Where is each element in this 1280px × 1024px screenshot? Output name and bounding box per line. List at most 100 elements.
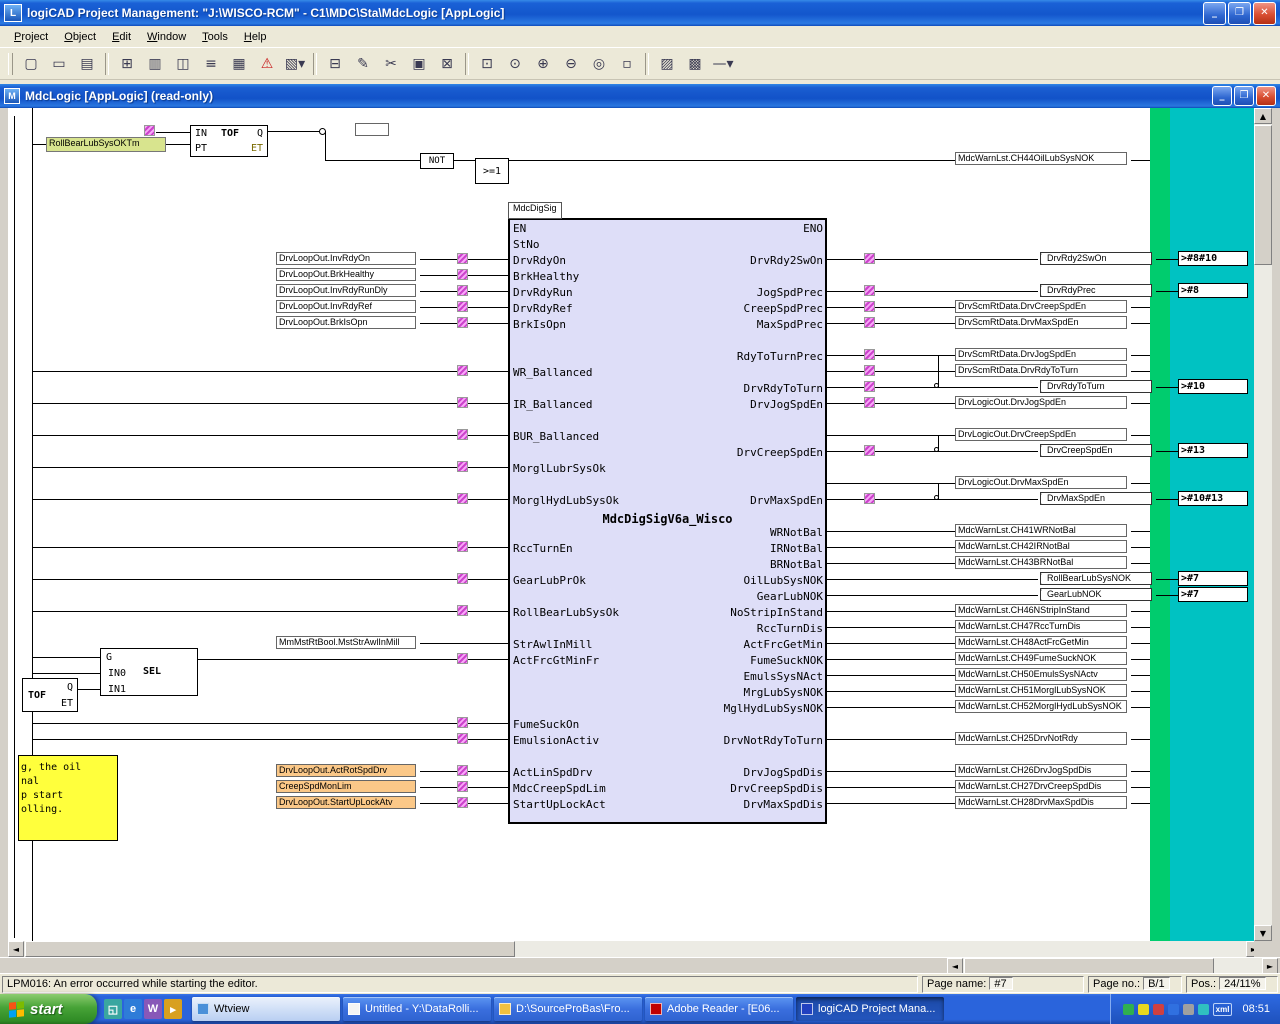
page-reference[interactable]: >#8#10: [1178, 251, 1248, 266]
zoom-region-button[interactable]: ▫: [614, 51, 640, 76]
signal-tag[interactable]: DrvCreepSpdEn: [1040, 444, 1152, 457]
secondary-scroll-thumb[interactable]: [964, 958, 1214, 974]
comment-box[interactable]: g, the oil nal p start olling.: [18, 755, 118, 841]
antivirus-icon[interactable]: [1138, 1004, 1149, 1015]
page-reference[interactable]: >#10: [1178, 379, 1248, 394]
page-reference[interactable]: >#8: [1178, 283, 1248, 298]
page-reference[interactable]: >#7: [1178, 571, 1248, 586]
signal-tag[interactable]: DrvMaxSpdEn: [1040, 492, 1152, 505]
scroll-up-button[interactable]: ▲: [1254, 108, 1272, 124]
input-variable-label[interactable]: DrvLoopOut.InvRdyRunDly: [276, 284, 416, 297]
secondary-scrollbar[interactable]: ◄ ►: [947, 958, 1278, 974]
menu-edit[interactable]: Edit: [104, 29, 139, 45]
input-variable-label[interactable]: DrvLoopOut.BrkHealthy: [276, 268, 416, 281]
diagram-canvas[interactable]: IN PT TOF Q ET RollBearLubSysOKTm NOT >=…: [8, 108, 1262, 941]
internet-icon[interactable]: e: [124, 999, 142, 1019]
grid-view-button[interactable]: ▦: [226, 51, 252, 76]
output-variable-label[interactable]: MdcWarnLst.CH47RccTurnDis: [955, 620, 1127, 633]
horizontal-scroll-thumb[interactable]: [25, 941, 515, 957]
sel-block[interactable]: G IN0 IN1 SEL: [100, 648, 198, 696]
output-variable-label[interactable]: MdcWarnLst.CH26DrvJogSpdDis: [955, 764, 1127, 777]
find-button[interactable]: ⊙: [502, 51, 528, 76]
input-variable-label[interactable]: DrvLoopOut.BrkIsOpn: [276, 316, 416, 329]
vertical-scrollbar[interactable]: ▲ ▼: [1254, 108, 1272, 941]
cut-button[interactable]: ✂: [378, 51, 404, 76]
output-variable-label[interactable]: DrvLogicOut.DrvCreepSpdEn: [955, 428, 1127, 441]
restore-button[interactable]: ❐: [1228, 2, 1251, 25]
not-gate[interactable]: NOT: [420, 153, 454, 169]
signal-tag[interactable]: GearLubNOK: [1040, 588, 1152, 601]
signal-label[interactable]: RollBearLubSysOKTm: [46, 137, 166, 152]
output-variable-label[interactable]: MdcWarnLst.CH49FumeSuckNOK: [955, 652, 1127, 665]
media-icon[interactable]: ▸: [164, 999, 182, 1019]
output-variable-label[interactable]: MdcWarnLst.CH52MorglHydLubSysNOK: [955, 700, 1127, 713]
paste-special-button[interactable]: ⊟: [322, 51, 348, 76]
output-variable-label[interactable]: MdcWarnLst.CH46NStripInStand: [955, 604, 1127, 617]
minimize-button[interactable]: _: [1203, 2, 1226, 25]
output-variable-label[interactable]: DrvLogicOut.DrvJogSpdEn: [955, 396, 1127, 409]
input-variable-label[interactable]: DrvLoopOut.ActRotSpdDrv: [276, 764, 416, 777]
input-variable-label[interactable]: CreepSpdMonLim: [276, 780, 416, 793]
page-reference[interactable]: >#10#13: [1178, 491, 1248, 506]
zoom-fit-button[interactable]: ◎: [586, 51, 612, 76]
signal-tag[interactable]: DrvRdyToTurn: [1040, 380, 1152, 393]
network-icon[interactable]: [1153, 1004, 1164, 1015]
page-reference[interactable]: >#7: [1178, 587, 1248, 602]
output-variable-label[interactable]: MdcWarnLst.CH41WRNotBal: [955, 524, 1127, 537]
start-button[interactable]: start: [0, 994, 97, 1024]
paste-button[interactable]: ⊠: [434, 51, 460, 76]
scheduler-icon[interactable]: [1198, 1004, 1209, 1015]
tof2-block[interactable]: TOF Q ET: [22, 678, 78, 712]
taskbar-button-adobe-reader[interactable]: Adobe Reader - [E06...: [645, 997, 793, 1021]
taskbar-button-logicad[interactable]: logiCAD Project Mana...: [796, 997, 944, 1021]
vertical-scroll-thumb[interactable]: [1254, 125, 1272, 265]
properties-button[interactable]: ⊞: [114, 51, 140, 76]
display-icon[interactable]: [1183, 1004, 1194, 1015]
input-variable-label[interactable]: DrvLoopOut.InvRdyOn: [276, 252, 416, 265]
signal-tag[interactable]: DrvRdyPrec: [1040, 284, 1152, 297]
input-variable-label[interactable]: MmMstRtBool.MstStrAwlInMill: [276, 636, 416, 649]
copy-button[interactable]: ▣: [406, 51, 432, 76]
child-close-button[interactable]: ✕: [1256, 86, 1276, 106]
taskbar-button-wtview[interactable]: Wtview: [192, 997, 340, 1021]
xml-tray-icon[interactable]: xml: [1213, 1003, 1233, 1016]
update-icon[interactable]: [1123, 1004, 1134, 1015]
output-variable-label[interactable]: MdcWarnLst.CH44OilLubSysNOK: [955, 152, 1127, 165]
scroll-left-button[interactable]: ◄: [8, 941, 24, 957]
volume-icon[interactable]: [1168, 1004, 1179, 1015]
open-button[interactable]: ▭: [46, 51, 72, 76]
connect-mode-button[interactable]: —▾: [710, 51, 736, 76]
output-variable-label[interactable]: MdcWarnLst.CH51MorglLubSysNOK: [955, 684, 1127, 697]
constant-box[interactable]: [355, 123, 389, 136]
output-variable-label[interactable]: MdcWarnLst.CH27DrvCreepSpdDis: [955, 780, 1127, 793]
grid-toggle-button[interactable]: ▩: [682, 51, 708, 76]
output-variable-label[interactable]: DrvScmRtData.DrvCreepSpdEn: [955, 300, 1127, 313]
menu-object[interactable]: Object: [56, 29, 104, 45]
two-columns-button[interactable]: ◫: [170, 51, 196, 76]
wtview-icon[interactable]: W: [144, 999, 162, 1019]
signal-tag[interactable]: RollBearLubSysNOK: [1040, 572, 1152, 585]
toolbar-grip[interactable]: [8, 53, 13, 75]
close-button[interactable]: ✕: [1253, 2, 1276, 25]
output-variable-label[interactable]: DrvScmRtData.DrvJogSpdEn: [955, 348, 1127, 361]
taskbar-button-folder[interactable]: D:\SourceProBas\Fro...: [494, 997, 642, 1021]
zoom-out-button[interactable]: ⊖: [558, 51, 584, 76]
input-variable-label[interactable]: DrvLoopOut.InvRdyRef: [276, 300, 416, 313]
alarm-button[interactable]: ⚠: [254, 51, 280, 76]
scroll-down-button[interactable]: ▼: [1254, 925, 1272, 941]
output-variable-label[interactable]: DrvScmRtData.DrvRdyToTurn: [955, 364, 1127, 377]
show-desktop-icon[interactable]: ◱: [104, 999, 122, 1019]
horizontal-scrollbar[interactable]: ◄ ►: [8, 941, 1262, 957]
menu-window[interactable]: Window: [139, 29, 194, 45]
insert-button[interactable]: ⊡: [474, 51, 500, 76]
taskbar-button-notepad[interactable]: Untitled - Y:\DataRolli...: [343, 997, 491, 1021]
output-variable-label[interactable]: MdcWarnLst.CH28DrvMaxSpdDis: [955, 796, 1127, 809]
child-minimize-button[interactable]: _: [1212, 86, 1232, 106]
menu-tools[interactable]: Tools: [194, 29, 236, 45]
new-button[interactable]: ▢: [18, 51, 44, 76]
scroll-left-button[interactable]: ◄: [947, 958, 963, 974]
page-view-button[interactable]: ▥: [142, 51, 168, 76]
list-view-button[interactable]: ≡: [198, 51, 224, 76]
print-button[interactable]: ▤: [74, 51, 100, 76]
select-mode-button[interactable]: ▨: [654, 51, 680, 76]
